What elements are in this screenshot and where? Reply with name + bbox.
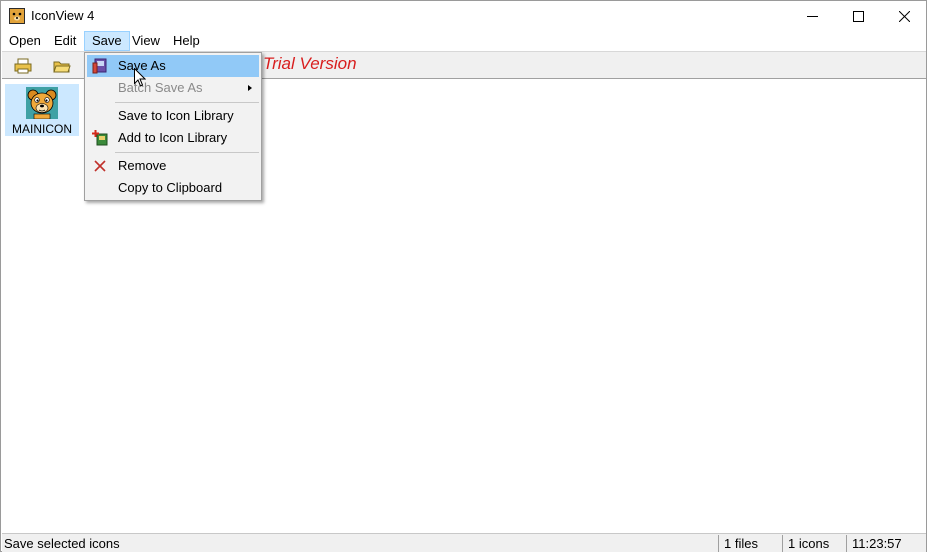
- app-bear-icon: [9, 8, 25, 24]
- folder-open-icon: [53, 61, 71, 73]
- remove-icon: [94, 160, 106, 172]
- maximize-icon: [852, 10, 864, 22]
- menu-view[interactable]: View: [125, 31, 167, 51]
- menu-item-label: Save to Icon Library: [118, 108, 234, 123]
- minimize-icon: [806, 15, 818, 17]
- menu-item-remove[interactable]: Remove: [87, 155, 259, 177]
- menu-item-add-to-icon-library[interactable]: Add to Icon Library: [87, 127, 259, 149]
- trial-version-banner: Trial Version: [263, 54, 357, 73]
- menu-edit[interactable]: Edit: [47, 31, 83, 51]
- title-bar: IconView 4: [1, 1, 926, 31]
- bear-icon: [26, 87, 58, 119]
- maximize-button[interactable]: [835, 1, 881, 31]
- menu-separator: [115, 102, 259, 103]
- menu-item-copy-to-clipboard[interactable]: Copy to Clipboard: [87, 177, 259, 199]
- minimize-button[interactable]: [789, 1, 835, 31]
- toolbar-open-folder-button[interactable]: [51, 56, 73, 76]
- menu-open[interactable]: Open: [2, 31, 48, 51]
- close-button[interactable]: [881, 1, 927, 31]
- save-dropdown-menu: Save As Batch Save As Save to Icon Libra…: [84, 52, 262, 201]
- icon-item-mainicon[interactable]: MAINICON: [5, 84, 79, 136]
- menu-item-batch-save-as[interactable]: Batch Save As: [87, 77, 259, 99]
- save-as-icon: [92, 58, 107, 74]
- menu-separator: [115, 152, 259, 153]
- icon-item-label: MAINICON: [12, 122, 72, 136]
- menu-item-label: Copy to Clipboard: [118, 180, 223, 195]
- menu-item-label: Remove: [118, 158, 167, 173]
- status-time: 11:23:57: [846, 535, 926, 552]
- window-title: IconView 4: [31, 8, 95, 23]
- status-message: Save selected icons: [4, 536, 120, 551]
- mouse-cursor-icon: [134, 68, 146, 87]
- print-icon: [14, 58, 32, 74]
- menu-bar: Open Edit Save View Help: [1, 31, 926, 51]
- status-files-count: 1 files: [718, 535, 782, 552]
- menu-item-save-to-icon-library[interactable]: Save to Icon Library: [87, 105, 259, 127]
- menu-save[interactable]: Save: [84, 31, 130, 51]
- submenu-arrow-icon: [248, 85, 252, 91]
- status-bar: Save selected icons 1 files 1 icons 11:2…: [2, 533, 926, 552]
- menu-item-label: Add to Icon Library: [118, 130, 228, 145]
- close-icon: [898, 10, 910, 22]
- menu-item-save-as[interactable]: Save As: [87, 55, 259, 77]
- app-window: IconView 4 Open Edit Save View Help Tria…: [0, 0, 927, 552]
- menu-help[interactable]: Help: [166, 31, 207, 51]
- toolbar-print-button[interactable]: [12, 56, 34, 76]
- status-icons-count: 1 icons: [782, 535, 846, 552]
- menu-item-label: Batch Save As: [118, 80, 203, 95]
- add-library-icon: [92, 130, 108, 146]
